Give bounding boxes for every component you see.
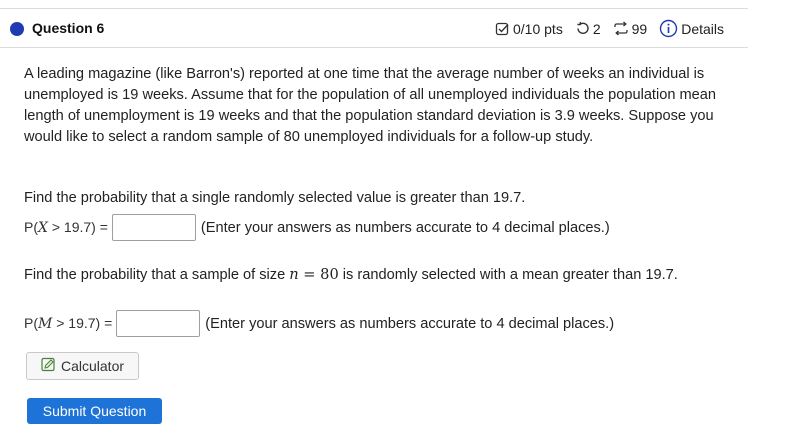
part1-answer-row: P(X > 19.7) = (Enter your answers as num… bbox=[24, 214, 610, 241]
score-text: 0/10 pts bbox=[513, 20, 563, 37]
problem-text: A leading magazine (like Barron's) repor… bbox=[24, 66, 717, 145]
attempts-count: 99 bbox=[631, 20, 648, 37]
retries-badge: 2 bbox=[575, 21, 601, 37]
question-meta: 0/10 pts 2 99 Details bbox=[495, 19, 724, 38]
pencil-square-icon bbox=[41, 357, 56, 375]
part1-answer-input[interactable] bbox=[111, 214, 196, 241]
part2-answer-input[interactable] bbox=[116, 310, 201, 337]
part2-hint: (Enter your answers as numbers accurate … bbox=[205, 315, 615, 332]
problem-statement: A leading magazine (like Barron's) repor… bbox=[24, 64, 734, 148]
part2-label: P(M > 19.7) = bbox=[24, 315, 113, 332]
question-title: Question 6 bbox=[32, 20, 105, 36]
part2-answer-row: P(M > 19.7) = (Enter your answers as num… bbox=[24, 310, 614, 337]
checkbox-edit-icon bbox=[495, 21, 510, 36]
retry-icon bbox=[575, 21, 590, 36]
details-label: Details bbox=[681, 20, 724, 37]
part2-prompt: Find the probability that a sample of si… bbox=[24, 266, 678, 283]
part1-label: P(X > 19.7) = bbox=[24, 219, 108, 236]
question-header: Question 6 0/10 pts 2 99 Details bbox=[0, 8, 748, 48]
details-link[interactable]: Details bbox=[659, 19, 724, 38]
info-circle-icon bbox=[659, 19, 678, 38]
attempts-badge: 99 bbox=[613, 20, 648, 37]
retries-count: 2 bbox=[592, 20, 601, 37]
score-badge: 0/10 pts bbox=[495, 21, 563, 37]
question-status-dot bbox=[10, 22, 24, 36]
calculator-button[interactable]: Calculator bbox=[26, 352, 139, 380]
part1-prompt: Find the probability that a single rando… bbox=[24, 190, 526, 206]
repeat-icon bbox=[613, 21, 629, 36]
calculator-label: Calculator bbox=[60, 358, 125, 374]
submit-question-button[interactable]: Submit Question bbox=[27, 398, 162, 424]
part1-hint: (Enter your answers as numbers accurate … bbox=[200, 219, 610, 236]
